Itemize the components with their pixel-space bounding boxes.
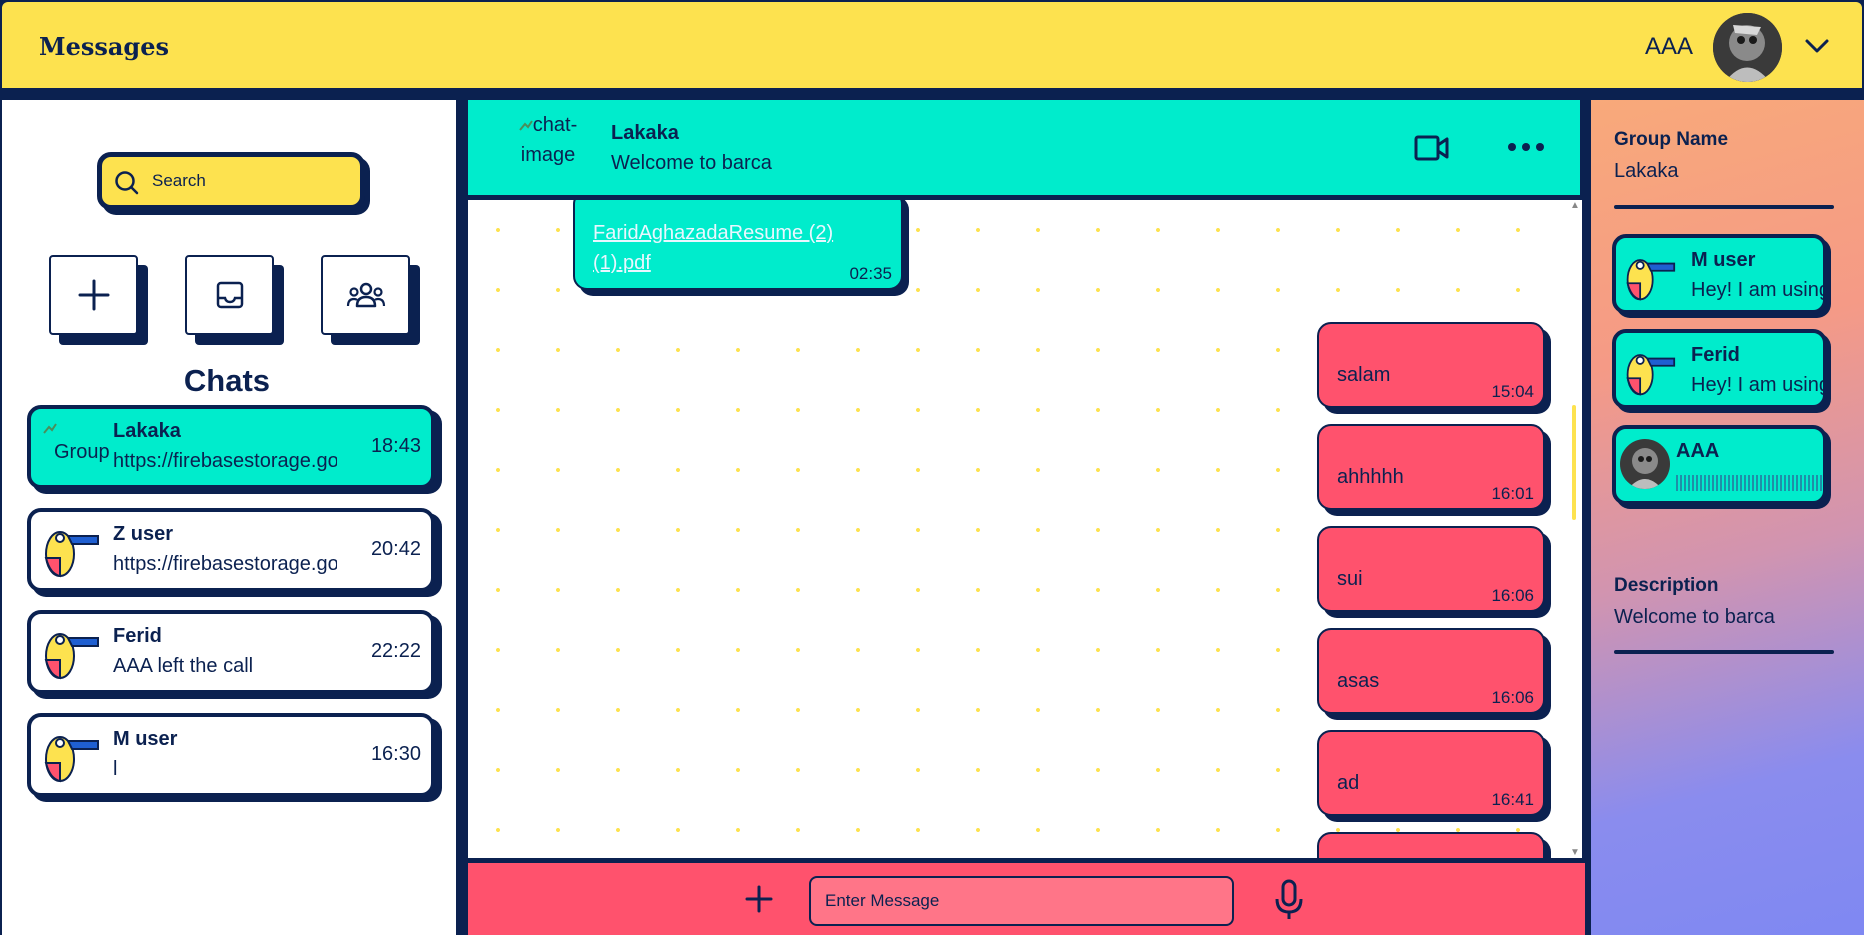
bird-avatar-icon — [42, 727, 100, 785]
message-text: salam — [1337, 364, 1391, 386]
group-icon — [346, 282, 385, 308]
chat-time: 22:22 — [370, 640, 421, 662]
current-user-name: AAA — [1645, 33, 1694, 60]
message-text: ad — [1337, 772, 1360, 794]
chat-preview: https://firebasestorage.googleapis.com — [113, 450, 337, 472]
more-options-icon[interactable] — [1506, 140, 1546, 159]
search-box[interactable] — [97, 152, 365, 210]
message-time: 02:35 — [849, 264, 892, 283]
chat-time: 16:30 — [370, 743, 421, 765]
divider — [1614, 205, 1834, 209]
chat-item-z-user[interactable]: Z user https://firebasestorage.googleapi… — [27, 508, 435, 592]
chat-name: Ferid — [113, 625, 162, 647]
top-header: Messages AAA — [0, 0, 1864, 90]
scroll-down-arrow[interactable]: ▼ — [1570, 847, 1580, 858]
divider — [1614, 650, 1834, 654]
search-input[interactable] — [152, 169, 352, 193]
chat-preview: AAA left the call — [113, 655, 254, 677]
chat-name: Z user — [113, 523, 174, 545]
messages-area[interactable]: FaridAghazadaResume (2) (1).pdf 02:35 sa… — [468, 200, 1570, 858]
attach-plus-icon[interactable] — [743, 883, 775, 920]
new-chat-button-wrap — [49, 255, 149, 348]
audio-waveform — [1676, 475, 1823, 491]
message-time: 16:06 — [1491, 586, 1534, 605]
message-input[interactable] — [809, 876, 1234, 926]
chat-preview: l — [113, 758, 118, 780]
bird-avatar-icon — [1624, 343, 1676, 401]
inbox-button[interactable] — [185, 255, 274, 335]
group-button-wrap — [321, 255, 421, 348]
message-time: 16:06 — [1491, 688, 1534, 707]
group-name-value: Lakaka — [1614, 160, 1679, 182]
chat-item-lakaka[interactable]: Group Lakaka https://firebasestorage.goo… — [27, 405, 435, 489]
bird-avatar-icon — [42, 624, 100, 682]
new-chat-button[interactable] — [49, 255, 138, 335]
file-link[interactable]: FaridAghazadaResume (2) (1).pdf — [593, 218, 843, 278]
message-file: FaridAghazadaResume (2) (1).pdf 02:35 — [573, 200, 913, 306]
messages-scrollbar[interactable]: ▲ ▼ — [1570, 200, 1582, 858]
chat-item-ferid[interactable]: Ferid AAA left the call 22:22 — [27, 610, 435, 694]
message-text: sui — [1337, 568, 1363, 590]
inbox-button-wrap — [185, 255, 285, 348]
plus-icon — [78, 279, 109, 311]
inbox-icon — [216, 281, 243, 309]
room-header: chat-image Lakaka Welcome to barca — [468, 100, 1580, 195]
chat-preview: https://firebasestorage.googleapis.com — [113, 553, 337, 575]
member-status: Hey! I am using — [1691, 279, 1827, 301]
chat-time: 18:43 — [370, 435, 421, 457]
member-item[interactable]: Ferid Hey! I am using — [1612, 329, 1827, 409]
member-status: Hey! I am using — [1691, 374, 1827, 396]
group-details-panel: Group Name Lakaka M user Hey! I am using… — [1591, 100, 1864, 935]
member-item[interactable]: AAA — [1612, 425, 1827, 505]
message-text: asas — [1337, 670, 1380, 692]
user-photo-avatar — [1620, 439, 1670, 489]
scroll-up-arrow[interactable]: ▲ — [1570, 200, 1580, 211]
chevron-down-icon[interactable] — [1801, 30, 1833, 62]
chat-name: M user — [113, 728, 178, 750]
member-name: AAA — [1676, 440, 1720, 462]
group-name-label: Group Name — [1614, 129, 1729, 150]
message-composer — [468, 863, 1585, 935]
chats-title: Chats — [183, 363, 271, 398]
broken-image-icon — [518, 110, 533, 131]
member-item[interactable]: M user Hey! I am using — [1612, 234, 1827, 314]
app-title: Messages — [39, 32, 169, 61]
message-time: 15:04 — [1491, 382, 1534, 401]
bird-avatar-icon — [1624, 248, 1676, 306]
group-avatar: Group — [42, 419, 110, 477]
chat-item-m-user[interactable]: M user l 16:30 — [27, 713, 435, 797]
description-label: Description — [1614, 575, 1719, 596]
chat-name: Lakaka — [113, 420, 181, 442]
broken-image-icon — [43, 423, 57, 434]
bird-avatar-icon — [42, 522, 100, 580]
video-call-icon[interactable] — [1414, 133, 1450, 168]
member-name: M user — [1691, 249, 1756, 271]
description-value: Welcome to barca — [1614, 606, 1775, 628]
microphone-icon[interactable] — [1274, 879, 1304, 926]
room-image: chat-image — [508, 110, 588, 170]
room-name: Lakaka — [611, 122, 679, 144]
member-name: Ferid — [1691, 344, 1740, 366]
user-avatar[interactable] — [1713, 13, 1782, 82]
message-time: 16:41 — [1491, 790, 1534, 809]
chat-time: 20:42 — [370, 538, 421, 560]
scroll-thumb[interactable] — [1572, 405, 1576, 520]
new-group-button[interactable] — [321, 255, 410, 335]
room-description: Welcome to barca — [611, 152, 772, 174]
message-time: 16:01 — [1491, 484, 1534, 503]
search-icon — [115, 171, 139, 195]
message-text: ahhhhh — [1337, 466, 1404, 488]
chats-sidebar: Chats Group Lakaka https://firebasestora… — [2, 100, 456, 935]
